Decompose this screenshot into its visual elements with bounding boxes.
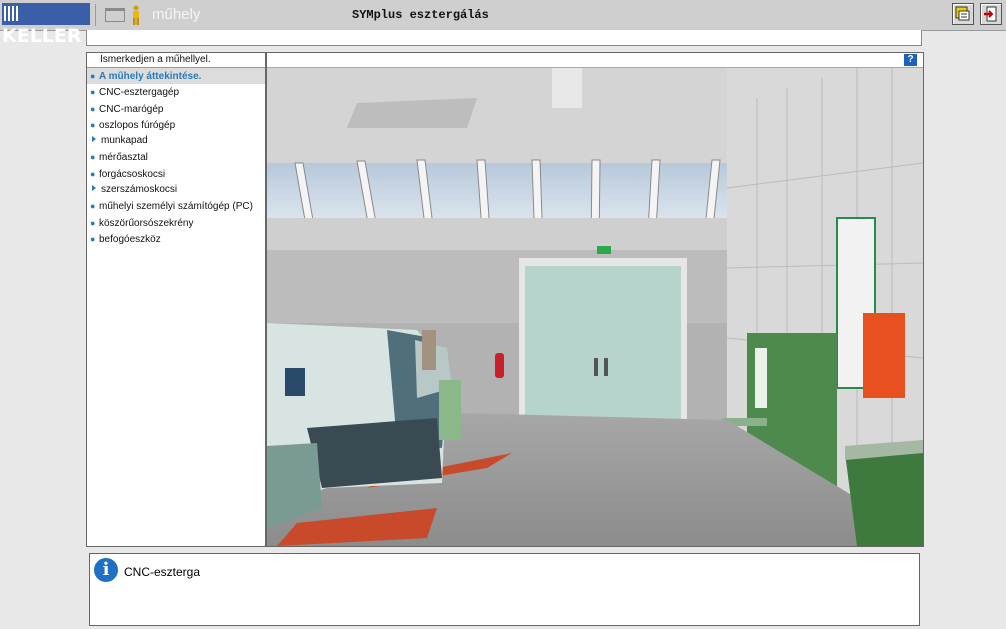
- bullet-icon: ●: [90, 233, 96, 244]
- nav-item[interactable]: ● CNC-marógép: [87, 101, 265, 117]
- title-bar: KELLER műhely SYMplus esztergálás: [0, 0, 1006, 47]
- workbench-icon: [105, 8, 125, 22]
- expand-triangle-icon: [92, 185, 96, 192]
- nav-list: ● A műhely áttekintése. ● CNC-esztergagép ● C…: [87, 68, 265, 247]
- exit-button[interactable]: [980, 3, 1002, 25]
- bullet-icon: ●: [90, 152, 96, 163]
- workshop-illustration: [267, 68, 923, 546]
- expand-triangle-icon: [92, 136, 96, 143]
- workshop-3d-scene[interactable]: [267, 68, 923, 546]
- bullet-icon: ●: [90, 87, 96, 98]
- nav-item-label: oszlopos fúrógép: [99, 119, 176, 131]
- nav-item-label: forgácsoskocsi: [99, 168, 166, 180]
- nav-item-label: A műhely áttekintése.: [99, 71, 202, 82]
- nav-item[interactable]: szerszámoskocsi: [87, 182, 265, 198]
- help-button[interactable]: ?: [904, 54, 917, 66]
- nav-item[interactable]: ● műhelyi személyi számítógép (PC): [87, 198, 265, 214]
- bullet-icon: ●: [90, 201, 96, 212]
- bullet-icon: ●: [90, 71, 96, 81]
- bullet-icon: ●: [90, 119, 96, 130]
- topic-navigation: Ismerkedjen a műhellyel. ● A műhely áttek…: [87, 53, 267, 546]
- tools-button[interactable]: [952, 3, 974, 25]
- bullet-icon: ●: [90, 168, 96, 179]
- tools-icon: [955, 6, 970, 21]
- info-text: CNC-eszterga: [124, 565, 201, 579]
- nav-item-label: CNC-marógép: [99, 103, 164, 115]
- bullet-icon: ●: [90, 217, 96, 228]
- nav-item[interactable]: ● köszörűorsószekrény: [87, 215, 265, 231]
- nav-item-label: CNC-esztergagép: [99, 87, 180, 99]
- nav-item[interactable]: ● CNC-esztergagép: [87, 84, 265, 100]
- nav-item[interactable]: ● befogóeszköz: [87, 231, 265, 247]
- content-frame: Ismerkedjen a műhellyel. ● A műhely áttek…: [86, 52, 924, 547]
- nav-item[interactable]: ● oszlopos fúrógép: [87, 117, 265, 133]
- scene-viewer: ?: [267, 53, 923, 546]
- status-strip: [86, 30, 922, 46]
- app-title: SYMplus esztergálás: [352, 8, 489, 22]
- nav-item-label: köszörűorsószekrény: [99, 217, 194, 229]
- exit-door-icon: [984, 6, 997, 22]
- nav-header: Ismerkedjen a műhellyel.: [87, 53, 265, 68]
- worker-icon: [133, 5, 139, 25]
- bullet-icon: ●: [90, 103, 96, 114]
- nav-item-label: szerszámoskocsi: [101, 184, 178, 196]
- nav-item-label: mérőasztal: [99, 152, 148, 164]
- nav-item[interactable]: munkapad: [87, 133, 265, 149]
- nav-item-label: munkapad: [101, 135, 148, 147]
- viewer-header: ?: [267, 53, 923, 68]
- keller-logo-mark-icon: [4, 6, 19, 21]
- nav-item[interactable]: ● forgácsoskocsi: [87, 166, 265, 182]
- nav-item-label: befogóeszköz: [99, 233, 161, 245]
- nav-item-label: műhelyi személyi számítógép (PC): [99, 201, 253, 213]
- nav-item[interactable]: ● A műhely áttekintése.: [87, 68, 265, 85]
- nav-item[interactable]: ● mérőasztal: [87, 149, 265, 165]
- info-icon: i: [94, 558, 118, 582]
- toolbar-separator: [95, 4, 96, 26]
- module-name: műhely: [152, 6, 201, 23]
- keller-logo: KELLER: [2, 3, 90, 47]
- info-panel: i CNC-eszterga: [89, 553, 920, 626]
